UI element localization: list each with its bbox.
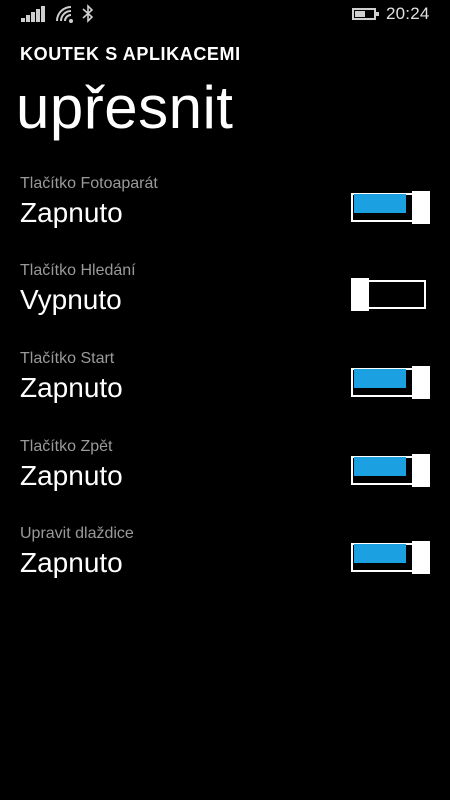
setting-label: Upravit dlaždice	[20, 525, 134, 542]
toggle-thumb[interactable]	[351, 278, 369, 311]
toggle-fill	[354, 369, 406, 388]
setting-label: Tlačítko Start	[20, 350, 115, 367]
battery-icon	[352, 8, 379, 20]
signal-strength-icon	[21, 6, 47, 22]
setting-label: Tlačítko Fotoaparát	[20, 175, 158, 192]
wifi-icon	[56, 6, 73, 23]
search-button-toggle[interactable]	[351, 278, 430, 311]
status-bar: 20:24	[0, 0, 450, 30]
battery-level	[355, 11, 365, 17]
toggle-fill	[354, 194, 406, 213]
toggle-thumb[interactable]	[412, 541, 430, 574]
setting-camera-button: Tlačítko Fotoaparát Zapnuto	[0, 175, 450, 257]
app-title: KOUTEK S APLIKACEMI	[20, 44, 241, 64]
toggle-fill	[354, 544, 406, 563]
setting-value: Zapnuto	[20, 372, 123, 403]
setting-start-button: Tlačítko Start Zapnuto	[0, 350, 450, 432]
setting-value: Zapnuto	[20, 197, 123, 228]
setting-edit-tiles: Upravit dlaždice Zapnuto	[0, 525, 450, 607]
camera-button-toggle[interactable]	[351, 191, 430, 224]
setting-value: Zapnuto	[20, 460, 123, 491]
setting-label: Tlačítko Hledání	[20, 262, 136, 279]
toggle-thumb[interactable]	[412, 366, 430, 399]
clock: 20:24	[386, 4, 430, 23]
setting-search-button: Tlačítko Hledání Vypnuto	[0, 262, 450, 344]
edit-tiles-toggle[interactable]	[351, 541, 430, 574]
toggle-thumb[interactable]	[412, 191, 430, 224]
toggle-thumb[interactable]	[412, 454, 430, 487]
setting-value: Vypnuto	[20, 284, 122, 315]
toggle-fill	[354, 457, 406, 476]
back-button-toggle[interactable]	[351, 454, 430, 487]
start-button-toggle[interactable]	[351, 366, 430, 399]
setting-back-button: Tlačítko Zpět Zapnuto	[0, 438, 450, 520]
page-title: upřesnit	[16, 74, 234, 141]
setting-label: Tlačítko Zpět	[20, 438, 113, 455]
setting-value: Zapnuto	[20, 547, 123, 578]
bluetooth-icon	[82, 4, 94, 23]
